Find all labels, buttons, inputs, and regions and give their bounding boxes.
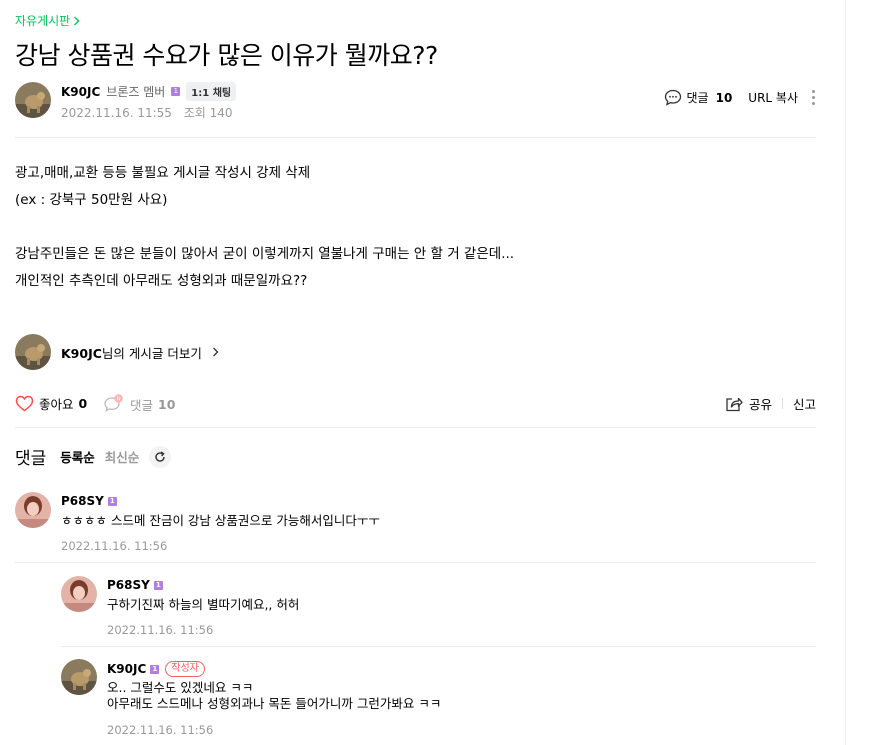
comment-date: 2022.11.16. 11:56 xyxy=(61,539,168,553)
body-line: 광고,매매,교환 등등 불필요 게시글 작성시 강제 삭제 xyxy=(15,165,311,181)
comment-author: P68SY 1 xyxy=(107,578,163,592)
comment-bubble-icon xyxy=(664,89,681,106)
comment-label: 댓글 xyxy=(686,91,709,105)
comment-date: 2022.11.16. 11:56 xyxy=(107,623,214,637)
like-button[interactable]: 좋아요 0 xyxy=(15,394,87,413)
commenter-avatar[interactable] xyxy=(61,576,97,612)
comment-text: 오.. 그럴수도 있겠네요 ㅋㅋ 아무래도 스드메나 성형외과나 목돈 들어가니… xyxy=(107,680,441,712)
comments-header: 댓글 등록순 최신순 xyxy=(15,444,172,469)
comment-text: 구하기진짜 하늘의 별따기예요,, 허허 xyxy=(107,597,299,613)
reply-item: K90JC 1 작성자 오.. 그럴수도 있겠네요 ㅋㅋ 아무래도 스드메나 성… xyxy=(61,659,816,745)
comment-divider xyxy=(15,562,816,563)
comment-toggle-button[interactable]: N 댓글 10 xyxy=(103,394,175,414)
heart-icon xyxy=(15,395,34,412)
comment-count-button[interactable]: 댓글 10 xyxy=(664,89,733,106)
comment-nickname[interactable]: P68SY xyxy=(61,494,104,508)
level-badge-icon: 1 xyxy=(107,496,117,506)
author-avatar[interactable] xyxy=(15,82,51,118)
post-date: 2022.11.16. 11:55 xyxy=(61,106,172,120)
comment-item: P68SY 1 ㅎㅎㅎㅎ 스드메 잔금이 강남 상품권으로 가능해서입니다ㅜㅜ … xyxy=(15,492,816,562)
post-views: 조회 140 xyxy=(183,106,233,120)
action-separator xyxy=(781,398,783,409)
like-label: 좋아요 xyxy=(39,397,74,412)
comments-title: 댓글 xyxy=(15,449,47,469)
comment-date: 2022.11.16. 11:56 xyxy=(107,723,214,737)
comment-divider xyxy=(61,646,816,647)
body-line: (ex : 강북구 50만원 사요) xyxy=(15,192,168,208)
comment-line: 구하기진짜 하늘의 별따기예요,, 허허 xyxy=(107,597,300,612)
level-badge-icon: 1 xyxy=(171,87,181,96)
comment-count: 10 xyxy=(158,396,176,412)
level-badge-icon: 1 xyxy=(153,580,163,590)
comment-label: 댓글 xyxy=(130,397,154,413)
share-report-area: 공유 신고 xyxy=(725,394,816,413)
chat-button[interactable]: 1:1 채팅 xyxy=(186,82,237,101)
right-divider xyxy=(845,0,846,745)
comment-line: 아무래도 스드메나 성형외과나 목돈 들어가니까 그런가봐요 ㅋㅋ xyxy=(107,696,442,711)
comment-nickname[interactable]: K90JC xyxy=(107,662,146,676)
share-icon xyxy=(726,397,743,411)
comment-text: ㅎㅎㅎㅎ 스드메 잔금이 강남 상품권으로 가능해서입니다ㅜㅜ xyxy=(61,513,380,529)
report-button[interactable]: 신고 xyxy=(793,394,816,413)
actions-divider xyxy=(15,427,816,428)
comment-line: 오.. 그럴수도 있겠네요 ㅋㅋ xyxy=(107,680,254,695)
writer-badge: 작성자 xyxy=(165,661,205,677)
chevron-right-icon xyxy=(74,16,80,25)
author-nickname[interactable]: K90JC xyxy=(61,85,100,99)
commenter-avatar[interactable] xyxy=(61,659,97,695)
post-body: 광고,매매,교환 등등 불필요 게시글 작성시 강제 삭제 (ex : 강북구 … xyxy=(15,160,514,295)
sort-latest-tab[interactable]: 최신순 xyxy=(105,447,140,466)
share-button[interactable]: 공유 xyxy=(725,394,772,413)
sort-registered-tab[interactable]: 등록순 xyxy=(60,447,95,466)
more-options-icon[interactable] xyxy=(812,90,816,105)
body-line: 개인적인 추측인데 아무래도 성형외과 때문일까요?? xyxy=(15,273,308,289)
body-line: 강남주민들은 돈 많은 분들이 많아서 굳이 이렇게까지 열불나게 구매는 안 … xyxy=(15,246,515,262)
comment-line: ㅎㅎㅎㅎ 스드메 잔금이 강남 상품권으로 가능해서입니다ㅜㅜ xyxy=(61,513,380,528)
commenter-avatar[interactable] xyxy=(15,492,51,528)
comment-nickname[interactable]: P68SY xyxy=(107,578,150,592)
author-grade: 브론즈 멤버 xyxy=(106,85,166,99)
body-line xyxy=(15,214,514,241)
author-info: K90JC 브론즈 멤버 1 1:1 채팅 xyxy=(61,82,237,101)
refresh-button[interactable] xyxy=(149,445,172,468)
refresh-icon xyxy=(155,450,166,462)
more-posts-nickname: K90JC xyxy=(61,345,102,361)
url-copy-button[interactable]: URL 복사 xyxy=(748,89,798,106)
chevron-right-icon xyxy=(212,347,219,357)
reply-item: P68SY 1 구하기진짜 하늘의 별따기예요,, 허허 2022.11.16.… xyxy=(61,576,816,646)
level-badge-icon: 1 xyxy=(150,664,160,674)
header-divider xyxy=(15,137,816,138)
svg-text:N: N xyxy=(116,397,120,403)
board-name: 자유게시판 xyxy=(15,14,71,28)
comment-author: K90JC 1 작성자 xyxy=(107,661,205,677)
like-count: 0 xyxy=(78,396,88,411)
comment-author: P68SY 1 xyxy=(61,494,117,508)
post-meta: 2022.11.16. 11:55 조회 140 xyxy=(61,104,241,121)
board-link[interactable]: 자유게시판 xyxy=(15,12,80,29)
post-title: 강남 상품권 수요가 많은 이유가 뭘까요?? xyxy=(15,41,438,70)
more-posts-suffix: 님의 게시글 더보기 xyxy=(101,345,202,361)
post-actions: 좋아요 0 N 댓글 10 공유 신고 xyxy=(15,394,816,418)
author-avatar xyxy=(15,334,51,370)
more-posts-link[interactable]: K90JC님의 게시글 더보기 xyxy=(15,334,219,370)
comment-new-icon: N xyxy=(104,394,123,412)
post-tools: 댓글 10 URL 복사 xyxy=(664,89,817,106)
comment-count: 10 xyxy=(715,90,733,105)
share-label: 공유 xyxy=(748,397,772,412)
